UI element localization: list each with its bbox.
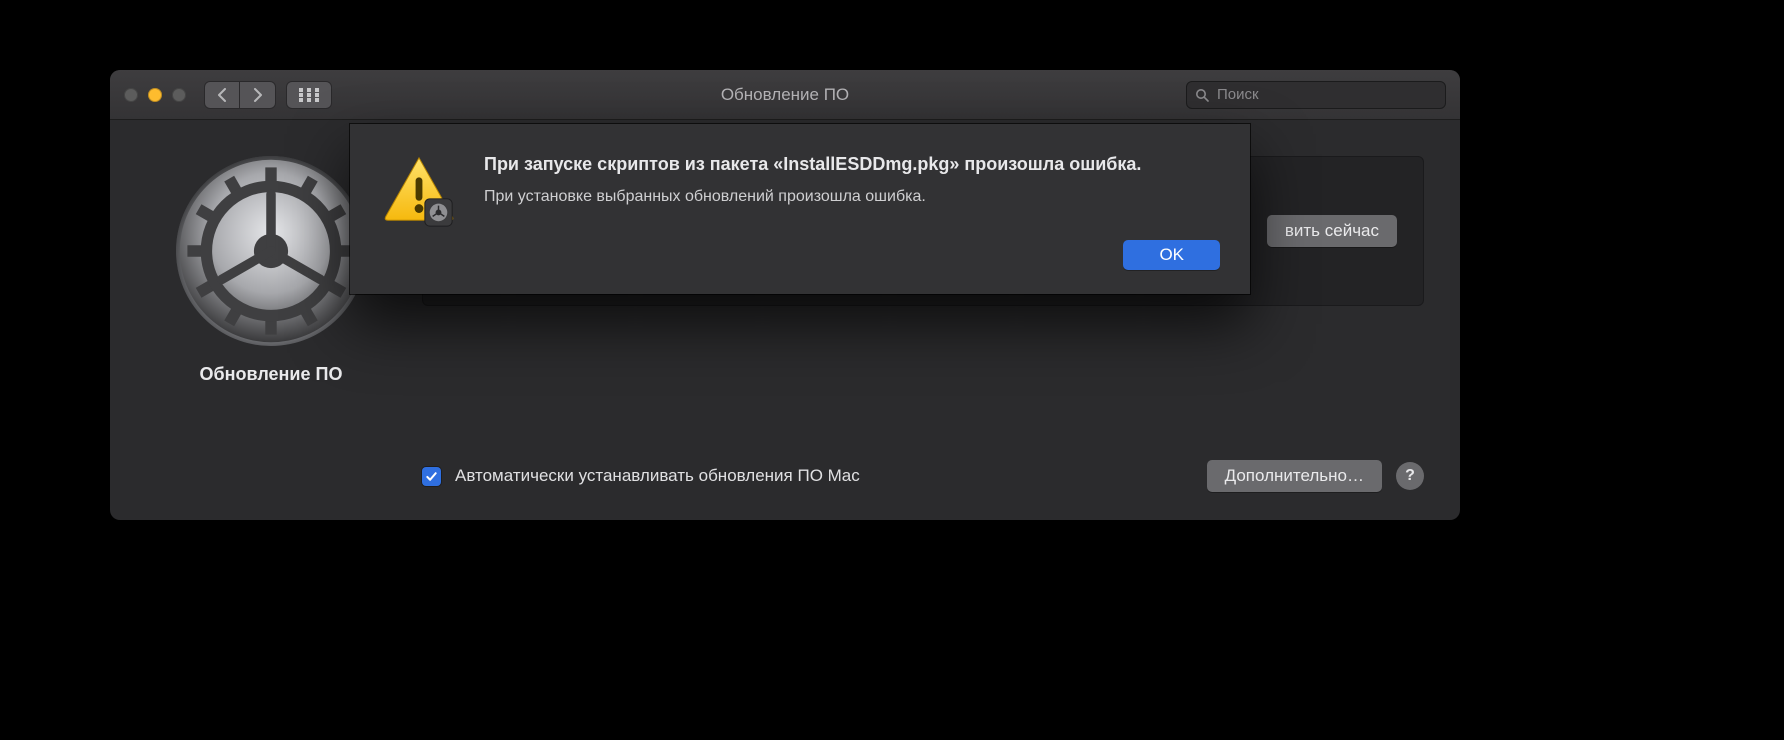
nav-buttons xyxy=(204,81,276,109)
error-alert: При запуске скриптов из пакета «InstallE… xyxy=(350,124,1250,294)
auto-update-label: Автоматически устанавливать обновления П… xyxy=(455,466,860,486)
gear-icon xyxy=(176,156,366,346)
panel-label: Обновление ПО xyxy=(200,364,343,385)
close-button[interactable] xyxy=(124,88,138,102)
alert-message: При установке выбранных обновлений произ… xyxy=(484,188,1220,206)
alert-title: При запуске скриптов из пакета «InstallE… xyxy=(484,152,1220,176)
zoom-button[interactable] xyxy=(172,88,186,102)
search-field[interactable] xyxy=(1186,81,1446,109)
search-icon xyxy=(1195,88,1209,102)
forward-button[interactable] xyxy=(240,81,276,109)
search-input[interactable] xyxy=(1217,86,1437,103)
update-now-button[interactable]: вить сейчас xyxy=(1267,215,1397,247)
titlebar: Обновление ПО xyxy=(110,70,1460,120)
ok-button[interactable]: OK xyxy=(1123,240,1220,270)
grid-icon xyxy=(299,88,319,102)
auto-update-checkbox[interactable] xyxy=(422,467,441,486)
traffic-lights xyxy=(124,88,186,102)
help-button[interactable]: ? xyxy=(1396,462,1424,490)
chevron-right-icon xyxy=(253,88,263,102)
chevron-left-icon xyxy=(217,88,227,102)
show-all-button[interactable] xyxy=(286,81,332,109)
minimize-button[interactable] xyxy=(148,88,162,102)
checkmark-icon xyxy=(425,470,438,483)
software-update-icon xyxy=(176,156,366,346)
back-button[interactable] xyxy=(204,81,240,109)
warning-icon xyxy=(380,152,458,230)
footer-row: Автоматически устанавливать обновления П… xyxy=(422,434,1424,492)
alert-actions: OK xyxy=(484,240,1220,270)
advanced-button[interactable]: Дополнительно… xyxy=(1207,460,1382,492)
alert-text: При запуске скриптов из пакета «InstallE… xyxy=(484,152,1220,270)
